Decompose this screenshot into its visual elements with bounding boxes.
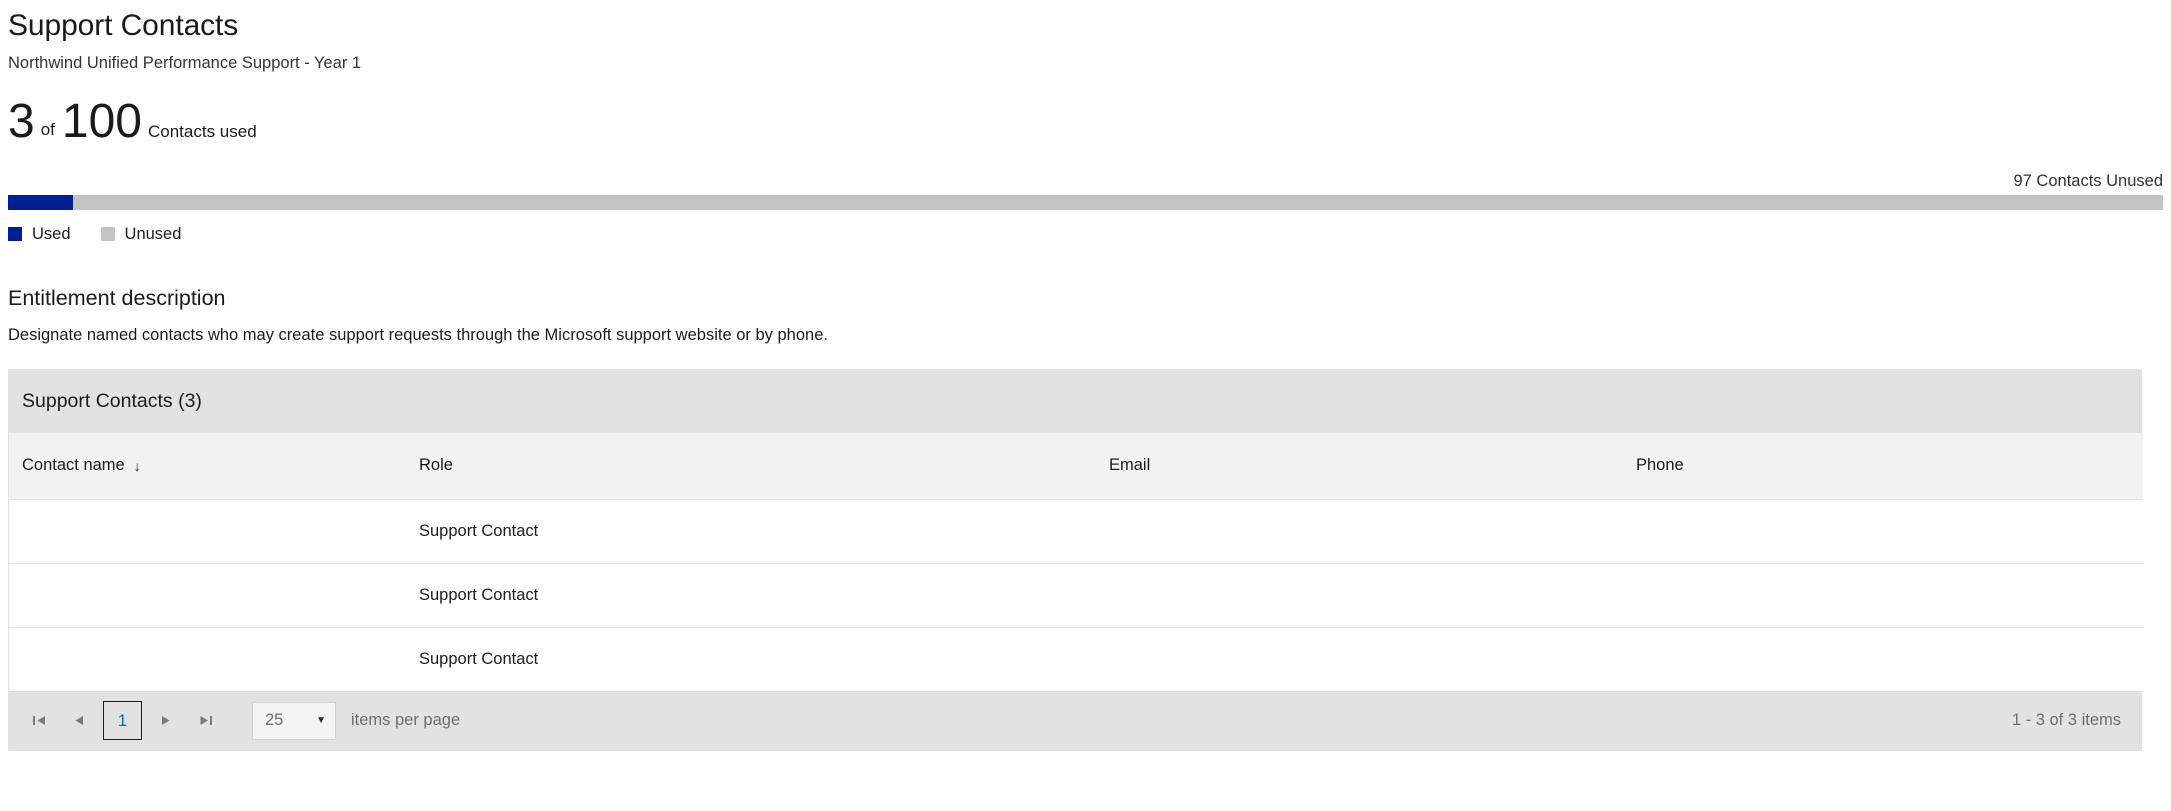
usage-of-label: of xyxy=(40,119,55,139)
contacts-table: Contact name ↓ Role Email Phone Support C… xyxy=(9,433,2143,692)
legend-item-unused: Unused xyxy=(100,224,182,243)
first-page-icon xyxy=(32,716,45,726)
page-size-select[interactable]: 25 ▼ xyxy=(252,701,336,740)
table-row[interactable]: Support Contact xyxy=(9,563,2143,628)
table-row[interactable]: Support Contact xyxy=(9,627,2143,692)
usage-total-count: 100 xyxy=(61,94,142,148)
support-contacts-page: Support Contacts Northwind Unified Perfo… xyxy=(0,0,2171,811)
column-header-contact-name-label: Contact name xyxy=(22,456,125,475)
column-header-email-label: Email xyxy=(1109,456,1151,475)
sort-ascending-icon[interactable]: ↓ xyxy=(134,458,141,474)
column-header-phone-label: Phone xyxy=(1636,456,1684,475)
next-page-icon xyxy=(162,716,170,726)
first-page-button[interactable] xyxy=(19,702,59,740)
page-number-1[interactable]: 1 xyxy=(103,701,142,741)
pager-range-label: 1 - 3 of 3 items xyxy=(2011,711,2121,730)
cell-email xyxy=(1096,627,1623,692)
chart-legend: Used Unused xyxy=(8,225,2163,243)
cell-role: Support Contact xyxy=(406,499,1096,564)
usage-progress-bar xyxy=(8,194,2163,210)
legend-label-used: Used xyxy=(32,224,71,243)
usage-caption: Contacts used xyxy=(147,121,257,141)
cell-role: Support Contact xyxy=(406,563,1096,628)
usage-metric: 3 of 100 Contacts used xyxy=(8,94,2163,148)
next-page-button[interactable] xyxy=(146,702,186,740)
column-header-contact-name[interactable]: Contact name ↓ xyxy=(9,433,406,500)
last-page-icon xyxy=(200,716,212,726)
cell-email xyxy=(1096,563,1623,628)
table-row[interactable]: Support Contact xyxy=(9,499,2143,564)
cell-email xyxy=(1096,499,1623,564)
grid-pager: 1 25 ▼ items per page 1 - 3 of 3 items xyxy=(9,691,2141,750)
cell-phone xyxy=(1623,499,2143,564)
legend-label-unused: Unused xyxy=(124,224,182,243)
cell-contact-name xyxy=(9,499,406,564)
cell-contact-name xyxy=(9,627,406,692)
last-page-button[interactable] xyxy=(186,702,226,740)
column-header-role-label: Role xyxy=(419,456,453,475)
page-title: Support Contacts xyxy=(8,9,239,42)
table-body: Support Contact Support Contact Support … xyxy=(9,499,2143,692)
column-header-email[interactable]: Email xyxy=(1096,433,1623,500)
grid-toolbar: Support Contacts (3) xyxy=(9,369,2141,434)
entitlement-description-title: Entitlement description xyxy=(8,285,226,310)
page-subtitle: Northwind Unified Performance Support - … xyxy=(8,54,362,72)
cell-phone xyxy=(1623,627,2143,692)
column-header-phone[interactable]: Phone xyxy=(1623,433,2143,500)
cell-phone xyxy=(1623,563,2143,628)
items-per-page-label: items per page xyxy=(351,711,461,730)
previous-page-icon xyxy=(75,716,83,726)
cell-role: Support Contact xyxy=(406,627,1096,692)
legend-swatch-unused-icon xyxy=(100,226,115,241)
table-header-row: Contact name ↓ Role Email Phone xyxy=(9,433,2143,500)
table-header: Contact name ↓ Role Email Phone xyxy=(9,433,2143,500)
support-contacts-grid: Support Contacts (3) Contact name ↓ Role … xyxy=(8,369,2143,751)
grid-toolbar-title: Support Contacts (3) xyxy=(22,389,202,412)
legend-swatch-used-icon xyxy=(8,226,22,241)
usage-used-count: 3 xyxy=(8,94,35,148)
page-size-value: 25 xyxy=(265,711,284,730)
chevron-down-icon: ▼ xyxy=(316,715,326,727)
unused-contacts-label: 97 Contacts Unused xyxy=(2013,171,2163,190)
column-header-role[interactable]: Role xyxy=(406,433,1096,500)
legend-item-used: Used xyxy=(8,226,71,243)
usage-progress-fill xyxy=(8,194,73,210)
previous-page-button[interactable] xyxy=(59,702,99,740)
cell-contact-name xyxy=(9,563,406,628)
entitlement-description-body: Designate named contacts who may create … xyxy=(8,325,828,344)
